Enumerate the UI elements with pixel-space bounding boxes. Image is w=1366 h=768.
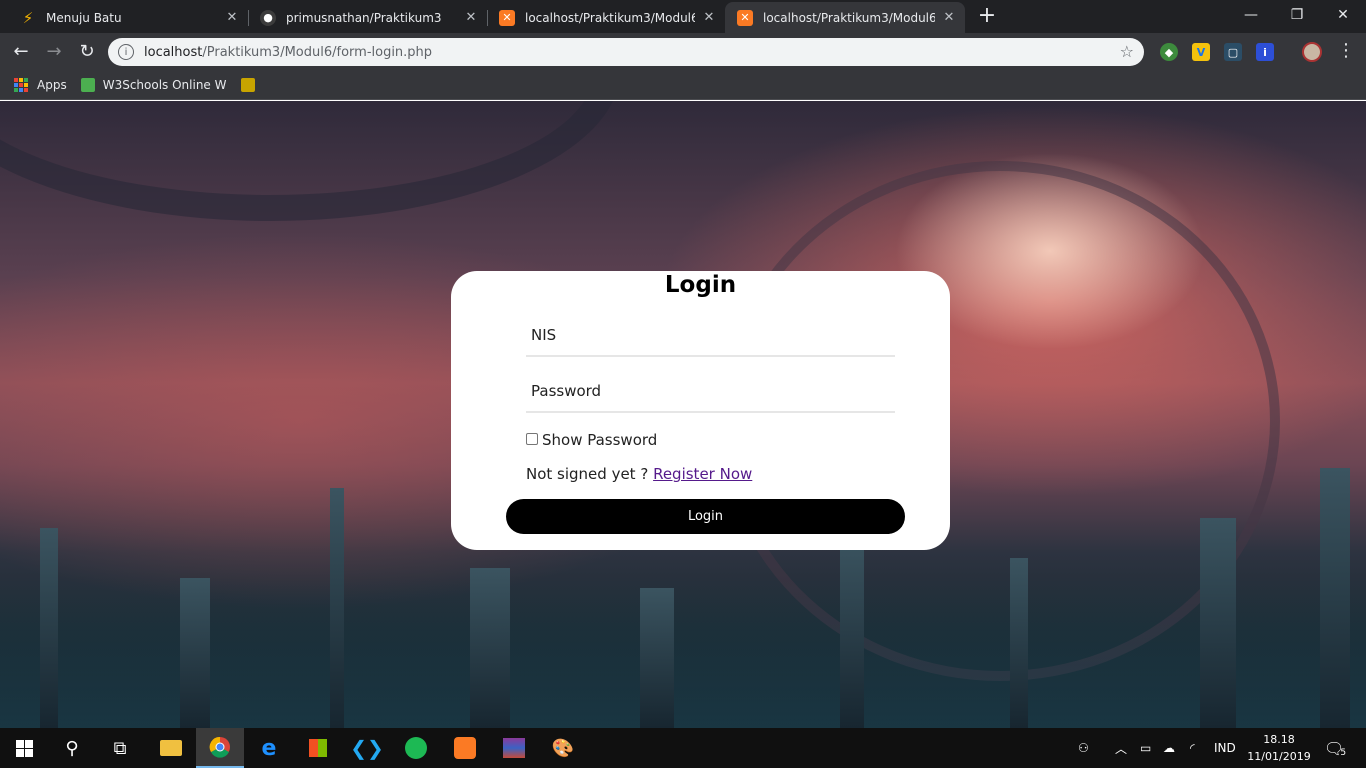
- close-window-button[interactable]: ✕: [1320, 0, 1366, 30]
- maximize-button[interactable]: ❐: [1274, 0, 1320, 30]
- xampp-icon: ✕: [737, 9, 753, 26]
- windows-taskbar: ⚲ ⧉ e ❮❯ 🎨 ⚇ ︿ ▭ ☁ ◜ IND 18.18 11/01/201…: [0, 728, 1366, 768]
- city-spire: [1200, 518, 1236, 728]
- login-title: Login: [664, 272, 737, 298]
- clock-date: 11/01/2019: [1247, 750, 1311, 763]
- winrar-icon[interactable]: [490, 728, 538, 768]
- info-icon[interactable]: i: [118, 44, 134, 60]
- address-bar[interactable]: i localhost/Praktikum3/Modul6/form-login…: [108, 38, 1144, 66]
- bookmark-w3schools[interactable]: W3Schools Online W: [80, 78, 227, 92]
- clock-time: 18.18: [1263, 733, 1295, 746]
- menu-dots-icon[interactable]: ⋮: [1337, 40, 1355, 61]
- windows-start-icon[interactable]: [0, 728, 48, 768]
- close-icon[interactable]: ✕: [701, 10, 717, 25]
- chrome-icon[interactable]: [196, 728, 244, 768]
- background-structure: [0, 101, 620, 221]
- minimize-button[interactable]: —: [1228, 0, 1274, 30]
- nis-input[interactable]: [526, 315, 895, 357]
- register-row: Not signed yet ? Register Now: [526, 465, 752, 483]
- city-spire: [840, 538, 864, 728]
- notification-badge: 5: [1340, 748, 1347, 758]
- show-password-label: Show Password: [542, 431, 658, 449]
- forward-arrow-icon[interactable]: →: [42, 40, 66, 64]
- cloud-icon[interactable]: ☁: [1163, 728, 1175, 768]
- extension-icon[interactable]: ◆: [1160, 43, 1178, 61]
- city-spire: [180, 578, 210, 728]
- xampp-icon[interactable]: [441, 728, 489, 768]
- tab-strip: ⚡ Menuju Batu ✕ ● primusnathan/Praktikum…: [0, 0, 1366, 33]
- reload-icon[interactable]: ↻: [75, 40, 99, 64]
- new-tab-button[interactable]: +: [975, 5, 999, 29]
- tab-localhost-active[interactable]: ✕ localhost/Praktikum3/Modul6/fo ✕: [725, 2, 965, 33]
- back-arrow-icon[interactable]: ←: [9, 40, 33, 64]
- bookmark-star-icon[interactable]: ☆: [1120, 42, 1134, 61]
- store-icon[interactable]: [294, 728, 342, 768]
- register-link[interactable]: Register Now: [653, 465, 752, 483]
- spotify-icon[interactable]: [392, 728, 440, 768]
- people-icon[interactable]: ⚇: [1078, 728, 1089, 768]
- vue-devtools-icon[interactable]: V: [1192, 43, 1210, 61]
- github-icon: ●: [260, 9, 276, 26]
- profile-avatar[interactable]: [1302, 42, 1322, 62]
- close-icon[interactable]: ✕: [941, 10, 957, 25]
- tab-title: Menuju Batu: [46, 10, 122, 25]
- clock[interactable]: 18.18 11/01/2019: [1246, 731, 1312, 765]
- url-host: localhost: [144, 44, 203, 60]
- apps-grid-icon: [14, 78, 28, 92]
- not-signed-text: Not signed yet ?: [526, 465, 649, 483]
- show-password-toggle[interactable]: Show Password: [526, 431, 657, 449]
- xampp-icon: ✕: [499, 9, 515, 26]
- tab-title: primusnathan/Praktikum3: [286, 10, 442, 25]
- w3schools-icon: [80, 78, 95, 92]
- task-view-icon[interactable]: ⧉: [96, 728, 144, 768]
- file-explorer-icon[interactable]: [147, 728, 195, 768]
- chevron-up-icon[interactable]: ︿: [1115, 728, 1127, 768]
- bookmarks-bar: Apps W3Schools Online W: [0, 71, 1366, 100]
- city-spire: [1320, 468, 1350, 728]
- browser-toolbar: ← → ↻ i localhost/Praktikum3/Modul6/form…: [0, 33, 1366, 71]
- battery-icon[interactable]: ▭: [1140, 728, 1151, 768]
- login-button[interactable]: Login: [506, 499, 905, 534]
- lightning-icon: ⚡: [22, 8, 34, 27]
- tab-title: localhost/Praktikum3/Modul6/fo: [763, 10, 935, 25]
- language-indicator[interactable]: IND: [1214, 728, 1236, 768]
- search-icon[interactable]: ⚲: [48, 728, 96, 768]
- bookmark-image[interactable]: [240, 78, 263, 92]
- action-center-icon[interactable]: 🗨 5: [1324, 728, 1346, 768]
- password-input[interactable]: [526, 371, 895, 413]
- edge-icon[interactable]: e: [245, 728, 293, 768]
- url-path: /Praktikum3/Modul6/form-login.php: [202, 44, 433, 60]
- close-icon[interactable]: ✕: [463, 10, 479, 25]
- tab-menuju-batu[interactable]: ⚡ Menuju Batu ✕: [8, 2, 248, 33]
- bookmark-label: Apps: [37, 78, 67, 92]
- login-card: Login Show Password Not signed yet ? Reg…: [451, 271, 950, 550]
- tab-title: localhost/Praktikum3/Modul6/fo: [525, 10, 695, 25]
- city-spire: [640, 588, 674, 728]
- show-password-checkbox[interactable]: [526, 433, 538, 445]
- bookmark-label: W3Schools Online W: [102, 78, 227, 92]
- vscode-icon[interactable]: ❮❯: [343, 728, 391, 768]
- tab-localhost-1[interactable]: ✕ localhost/Praktikum3/Modul6/fo ✕: [487, 2, 725, 33]
- image-bookmark-icon: [240, 78, 255, 92]
- extension-icon[interactable]: ▢: [1224, 43, 1242, 61]
- tab-github[interactable]: ● primusnathan/Praktikum3 ✕: [248, 2, 487, 33]
- wifi-icon[interactable]: ◜: [1190, 728, 1195, 768]
- city-spire: [470, 568, 510, 728]
- bookmark-apps[interactable]: Apps: [14, 78, 67, 92]
- city-spire: [330, 488, 344, 728]
- extension-icon[interactable]: i: [1256, 43, 1274, 61]
- city-spire: [40, 528, 58, 728]
- close-icon[interactable]: ✕: [224, 10, 240, 25]
- paint-icon[interactable]: 🎨: [539, 728, 587, 768]
- city-spire: [1010, 558, 1028, 728]
